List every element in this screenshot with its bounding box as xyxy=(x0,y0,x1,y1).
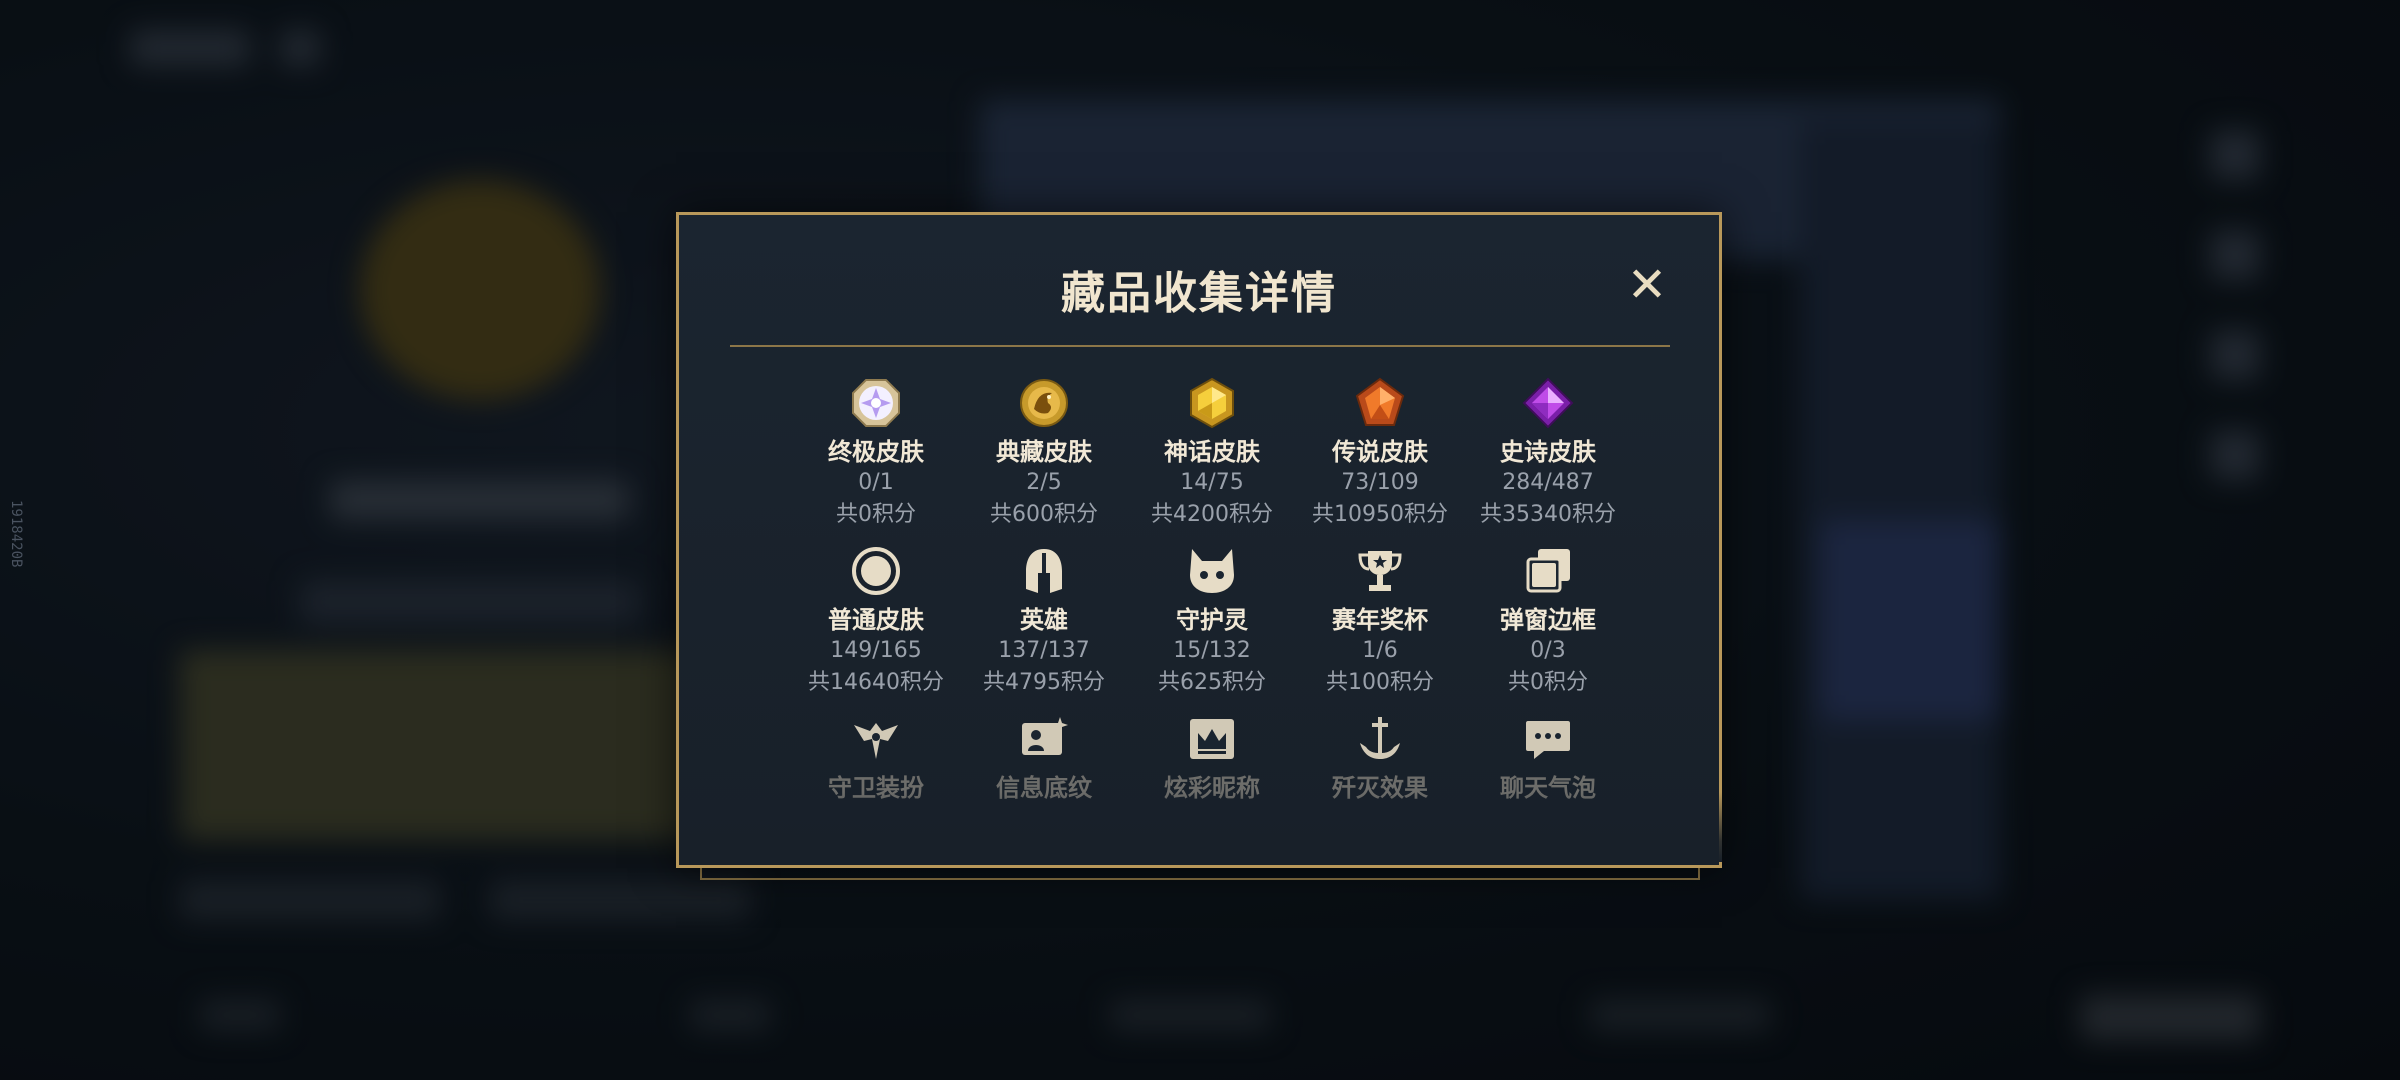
item-name: 传说皮肤 xyxy=(1332,438,1428,466)
prestige-skin-icon xyxy=(1016,375,1072,431)
item-points: 共4795积分 xyxy=(983,670,1105,695)
item-name: 英雄 xyxy=(1020,606,1068,634)
item-count: 0/3 xyxy=(1530,638,1566,663)
item-count: 15/132 xyxy=(1173,638,1251,663)
popup-frame-icon xyxy=(1520,543,1576,599)
item-count: 0/1 xyxy=(858,470,894,495)
annihilation-effect-icon xyxy=(1352,711,1408,767)
colorful-nickname-icon xyxy=(1184,711,1240,767)
item-name: 赛年奖杯 xyxy=(1332,606,1428,634)
item-points: 共600积分 xyxy=(990,502,1098,527)
normal-skin-icon xyxy=(848,543,904,599)
item-count: 149/165 xyxy=(830,638,922,663)
collection-item-season-trophy[interactable]: 赛年奖杯 1/6 共100积分 xyxy=(1296,543,1464,711)
chat-bubble-icon xyxy=(1520,711,1576,767)
scroll-fade xyxy=(682,792,1722,862)
item-points: 共10950积分 xyxy=(1312,502,1448,527)
item-name: 守护灵 xyxy=(1176,606,1248,634)
item-points: 共4200积分 xyxy=(1151,502,1273,527)
item-count: 2/5 xyxy=(1026,470,1062,495)
item-name: 终极皮肤 xyxy=(828,438,924,466)
close-button[interactable]: ✕ xyxy=(1625,261,1669,309)
ward-skin-icon xyxy=(848,711,904,767)
item-points: 共35340积分 xyxy=(1480,502,1616,527)
epic-skin-icon xyxy=(1520,375,1576,431)
collection-item-legendary-skin[interactable]: 传说皮肤 73/109 共10950积分 xyxy=(1296,375,1464,543)
collection-item-popup-frame[interactable]: 弹窗边框 0/3 共0积分 xyxy=(1464,543,1632,711)
hero-helmet-icon xyxy=(1016,543,1072,599)
title-divider xyxy=(730,345,1670,347)
collection-item-ultimate-skin[interactable]: 终极皮肤 0/1 共0积分 xyxy=(792,375,960,543)
collection-item-epic-skin[interactable]: 史诗皮肤 284/487 共35340积分 xyxy=(1464,375,1632,543)
item-points: 共14640积分 xyxy=(808,670,944,695)
item-points: 共100积分 xyxy=(1326,670,1434,695)
collection-detail-modal: 藏品收集详情 ✕ 终极皮肤 0/1 共0积分 典藏皮肤 2/5 共600积分 神… xyxy=(676,212,1722,868)
item-count: 14/75 xyxy=(1180,470,1244,495)
item-name: 典藏皮肤 xyxy=(996,438,1092,466)
item-count: 137/137 xyxy=(998,638,1090,663)
item-name: 神话皮肤 xyxy=(1164,438,1260,466)
info-card-icon xyxy=(1016,711,1072,767)
item-count: 284/487 xyxy=(1502,470,1594,495)
mythic-skin-icon xyxy=(1184,375,1240,431)
trophy-icon xyxy=(1352,543,1408,599)
side-id-text: 1918420B xyxy=(8,500,24,568)
ultimate-skin-icon xyxy=(848,375,904,431)
item-count: 73/109 xyxy=(1341,470,1419,495)
collection-item-guardian[interactable]: 守护灵 15/132 共625积分 xyxy=(1128,543,1296,711)
legendary-skin-icon xyxy=(1352,375,1408,431)
item-name: 史诗皮肤 xyxy=(1500,438,1596,466)
item-name: 普通皮肤 xyxy=(828,606,924,634)
item-points: 共625积分 xyxy=(1158,670,1266,695)
item-name: 弹窗边框 xyxy=(1500,606,1596,634)
collection-item-normal-skin[interactable]: 普通皮肤 149/165 共14640积分 xyxy=(792,543,960,711)
guardian-spirit-icon xyxy=(1184,543,1240,599)
collection-item-prestige-skin[interactable]: 典藏皮肤 2/5 共600积分 xyxy=(960,375,1128,543)
modal-title: 藏品收集详情 xyxy=(1061,268,1337,319)
collection-item-mythic-skin[interactable]: 神话皮肤 14/75 共4200积分 xyxy=(1128,375,1296,543)
item-count: 1/6 xyxy=(1362,638,1398,663)
item-points: 共0积分 xyxy=(1508,670,1588,695)
collection-item-hero[interactable]: 英雄 137/137 共4795积分 xyxy=(960,543,1128,711)
item-points: 共0积分 xyxy=(836,502,916,527)
